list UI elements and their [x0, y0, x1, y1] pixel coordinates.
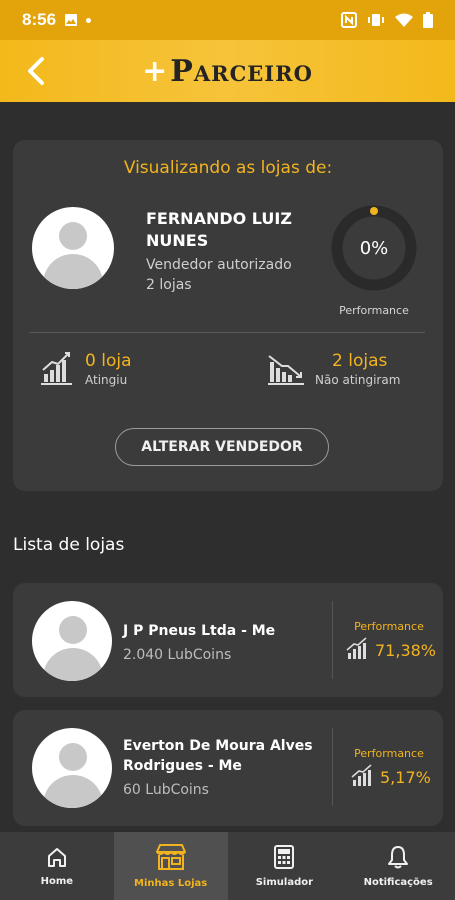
nav-simulator[interactable]: Simulador [228, 832, 342, 900]
store-performance-value: 5,17% [380, 768, 431, 787]
wifi-icon [395, 13, 413, 27]
change-seller-button[interactable]: ALTERAR VENDEDOR [115, 428, 329, 466]
seller-summary-card: Visualizando as lojas de: FERNANDO LUIZ … [13, 140, 443, 491]
seller-avatar [32, 207, 114, 289]
logo-plus: + [142, 53, 169, 89]
store-performance-label: Performance [354, 747, 424, 760]
summary-divider [29, 332, 425, 333]
seller-name: FERNANDO LUIZ NUNES [146, 209, 292, 250]
battery-icon [423, 12, 433, 28]
dot-notification-icon [86, 17, 92, 23]
not-reached-stores-label: Não atingiram [315, 373, 401, 387]
store-performance-value: 71,38% [375, 641, 437, 660]
growth-chart-icon [41, 352, 72, 385]
store-card[interactable]: J P Pneus Ltda - Me 2.040 LubCoins Perfo… [13, 583, 443, 697]
nav-home-label: Home [40, 875, 74, 887]
image-notification-icon [65, 14, 78, 26]
nav-simulator-label: Simulador [255, 876, 314, 888]
reached-stores-value: 0 loja [85, 351, 132, 371]
decline-chart-icon [268, 355, 304, 385]
calculator-icon [274, 844, 295, 869]
bottom-navigation: Home Minhas Lojas Simulador Notificações [0, 832, 455, 900]
store-name: J P Pneus Ltda - Me [123, 623, 276, 639]
store-avatar [32, 601, 112, 681]
home-icon [47, 847, 66, 867]
store-coins: 60 LubCoins [123, 782, 209, 798]
nfc-icon [341, 12, 357, 28]
performance-label: Performance [339, 304, 409, 317]
app-bar: + Parceiro [0, 40, 455, 102]
growth-chart-icon [351, 764, 372, 786]
status-bar: 8:56 [0, 0, 455, 40]
store-list-title: Lista de lojas [13, 535, 125, 555]
store-divider [332, 728, 333, 806]
app-logo: + Parceiro [142, 54, 313, 89]
store-performance-label: Performance [354, 620, 424, 633]
nav-my-stores-label: Minhas Lojas [134, 877, 208, 889]
store-coins: 2.040 LubCoins [123, 647, 232, 663]
nav-notifications-label: Notificações [363, 876, 433, 888]
store-avatar [32, 728, 112, 808]
logo-text: Parceiro [170, 53, 313, 89]
seller-role: Vendedor autorizado [146, 257, 292, 273]
nav-my-stores[interactable]: Minhas Lojas [113, 832, 228, 900]
back-button[interactable] [18, 52, 54, 90]
reached-stores-label: Atingiu [85, 373, 128, 387]
vibrate-icon [368, 14, 384, 26]
seller-store-count: 2 lojas [146, 277, 192, 293]
store-card[interactable]: Everton De Moura Alves Rodrigues - Me 60… [13, 710, 443, 826]
growth-chart-icon [346, 637, 367, 659]
chevron-left-icon [28, 57, 44, 85]
nav-notifications[interactable]: Notificações [341, 832, 455, 900]
bell-icon [388, 845, 409, 868]
store-name: Everton De Moura Alves Rodrigues - Me [123, 738, 313, 774]
not-reached-stores-value: 2 lojas [332, 351, 388, 371]
store-icon [155, 843, 186, 870]
status-time: 8:56 [22, 10, 57, 29]
nav-home[interactable]: Home [0, 832, 114, 900]
store-divider [332, 601, 333, 679]
performance-value: 0% [359, 237, 389, 259]
summary-heading: Visualizando as lojas de: [123, 158, 333, 178]
